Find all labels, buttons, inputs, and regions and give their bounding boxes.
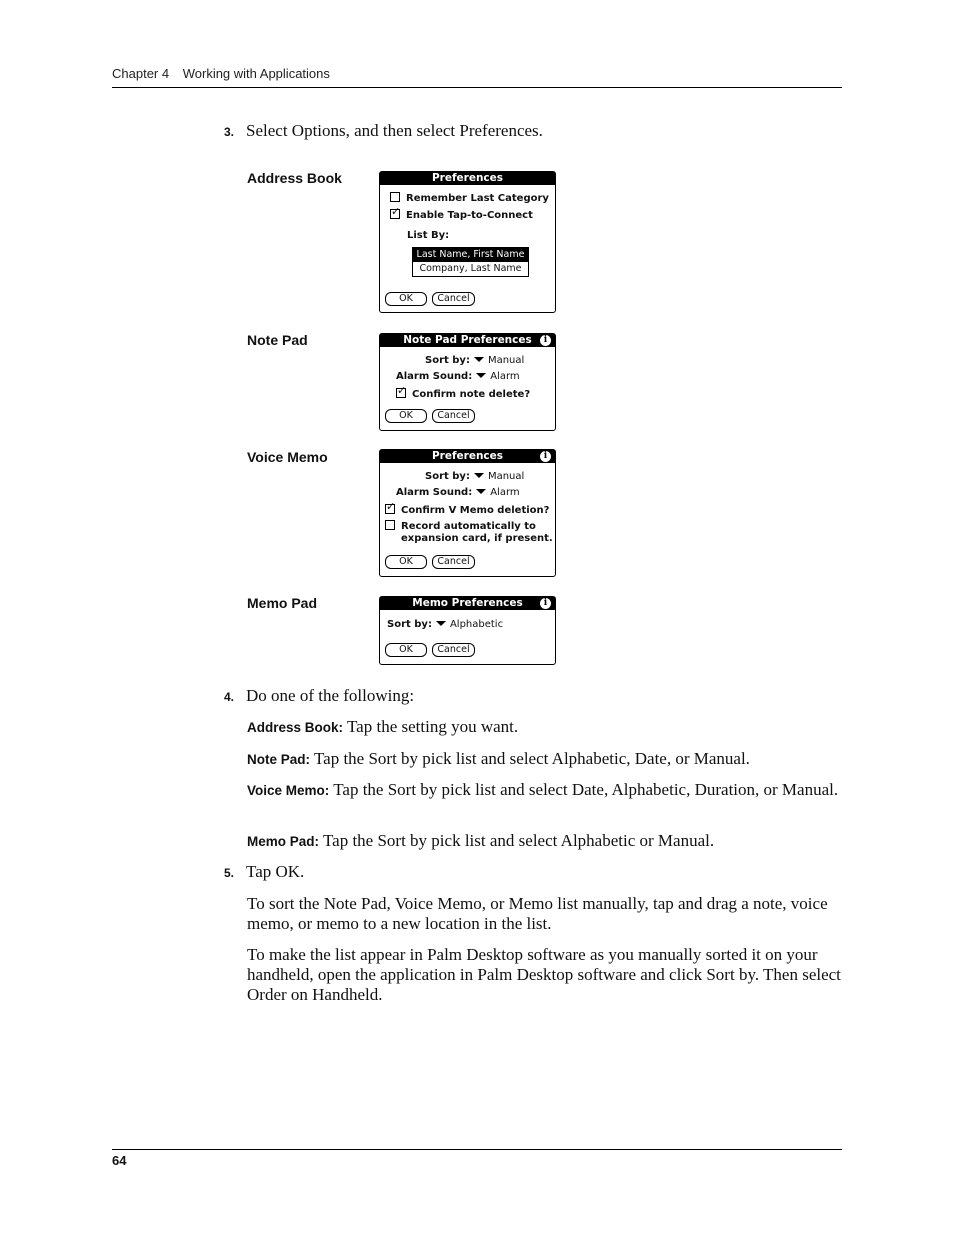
dialog-title: Preferences i: [380, 450, 555, 463]
alarm-sound-row: Alarm Sound: Alarm: [396, 487, 520, 498]
info-icon[interactable]: i: [540, 451, 551, 462]
record-automatically-checkbox[interactable]: Record automatically to: [385, 520, 536, 532]
sort-by-row: Sort by: Manual: [425, 355, 524, 366]
step-5: 5. Tap OK.: [224, 862, 304, 882]
enable-tap-to-connect-checkbox[interactable]: Enable Tap-to-Connect: [390, 205, 533, 221]
footer-rule: [112, 1149, 842, 1150]
step-text: Do one of the following:: [246, 686, 415, 705]
confirm-note-delete-checkbox[interactable]: Confirm note delete?: [396, 384, 530, 400]
note-pad-preferences-dialog: Note Pad Preferences i Sort by: Manual Al…: [379, 333, 556, 431]
sort-by-label: Sort by:: [387, 619, 432, 630]
page-number: 64: [112, 1153, 127, 1168]
sort-by-row: Sort by: Alphabetic: [387, 619, 503, 630]
info-icon[interactable]: i: [540, 335, 551, 346]
dropdown-arrow-icon: [476, 373, 487, 378]
instruction-voice-memo: Voice Memo: Tap the Sort by pick list an…: [247, 780, 839, 799]
alarm-sound-label: Alarm Sound:: [396, 371, 473, 382]
ok-button[interactable]: OK: [385, 643, 427, 657]
instruction-address-book: Address Book: Tap the setting you want.: [247, 717, 519, 736]
dropdown-arrow-icon: [476, 489, 487, 494]
ok-button[interactable]: OK: [385, 292, 427, 306]
sort-by-picker[interactable]: Manual: [488, 471, 524, 482]
paragraph-palm-desktop: To make the list appear in Palm Desktop …: [247, 945, 841, 1004]
step-number: 5.: [224, 866, 235, 880]
alarm-sound-row: Alarm Sound: Alarm: [396, 371, 520, 382]
sort-by-row: Sort by: Manual: [425, 471, 524, 482]
checkbox-unchecked-icon: [385, 520, 395, 530]
sort-by-label: Sort by:: [425, 355, 470, 366]
dropdown-arrow-icon: [473, 357, 484, 362]
memo-pad-preferences-dialog: Memo Preferences i Sort by: Alphabetic OK…: [379, 596, 556, 665]
ok-button[interactable]: OK: [385, 555, 427, 569]
checkbox-checked-icon: [385, 500, 395, 514]
address-book-preferences-dialog: Preferences Remember Last Category Enabl…: [379, 171, 556, 313]
memo-pad-label: Memo Pad: [247, 595, 318, 611]
list-option-company-last[interactable]: Company, Last Name: [413, 262, 528, 276]
dialog-title: Note Pad Preferences i: [380, 334, 555, 347]
list-by-options: Last Name, First Name Company, Last Name: [412, 247, 529, 277]
running-header: Chapter 4 Working with Applications: [112, 66, 330, 81]
alarm-sound-picker[interactable]: Alarm: [490, 487, 519, 498]
checkbox-unchecked-icon: [390, 192, 400, 202]
record-automatically-label-line2: expansion card, if present.: [401, 533, 553, 544]
address-book-label: Address Book: [247, 170, 342, 186]
chapter-number: Chapter 4: [112, 66, 170, 81]
dropdown-arrow-icon: [435, 621, 446, 626]
step-text: Select Options, and then select Preferen…: [246, 121, 543, 140]
sort-by-label: Sort by:: [425, 471, 470, 482]
alarm-sound-label: Alarm Sound:: [396, 487, 473, 498]
step-number: 3.: [224, 125, 235, 139]
dialog-title: Memo Preferences i: [380, 597, 555, 610]
header-rule: [112, 87, 842, 88]
info-icon[interactable]: i: [540, 598, 551, 609]
note-pad-label: Note Pad: [247, 332, 308, 348]
cancel-button[interactable]: Cancel: [432, 409, 475, 423]
cancel-button[interactable]: Cancel: [432, 643, 475, 657]
step-4: 4. Do one of the following:: [224, 686, 414, 706]
list-option-last-first[interactable]: Last Name, First Name: [413, 248, 528, 262]
step-3: 3. Select Options, and then select Prefer…: [224, 121, 543, 141]
paragraph-manual-sort: To sort the Note Pad, Voice Memo, or Mem…: [247, 894, 828, 933]
sort-by-picker[interactable]: Alphabetic: [450, 619, 503, 630]
remember-last-category-checkbox[interactable]: Remember Last Category: [390, 192, 549, 204]
alarm-sound-picker[interactable]: Alarm: [490, 371, 519, 382]
voice-memo-label: Voice Memo: [247, 449, 328, 465]
cancel-button[interactable]: Cancel: [432, 555, 475, 569]
checkbox-checked-icon: [390, 205, 400, 219]
ok-button[interactable]: OK: [385, 409, 427, 423]
step-number: 4.: [224, 690, 235, 704]
sort-by-picker[interactable]: Manual: [488, 355, 524, 366]
confirm-vmemo-deletion-checkbox[interactable]: Confirm V Memo deletion?: [385, 500, 549, 516]
chapter-title: Working with Applications: [182, 66, 330, 81]
dialog-title: Preferences: [380, 172, 555, 185]
dropdown-arrow-icon: [473, 473, 484, 478]
voice-memo-preferences-dialog: Preferences i Sort by: Manual Alarm Sound…: [379, 449, 556, 577]
instruction-memo-pad: Memo Pad: Tap the Sort by pick list and …: [247, 831, 715, 850]
instruction-note-pad: Note Pad: Tap the Sort by pick list and …: [247, 749, 750, 768]
cancel-button[interactable]: Cancel: [432, 292, 475, 306]
step-text: Tap OK.: [246, 862, 305, 881]
checkbox-checked-icon: [396, 384, 406, 398]
list-by-label: List By:: [407, 230, 450, 241]
